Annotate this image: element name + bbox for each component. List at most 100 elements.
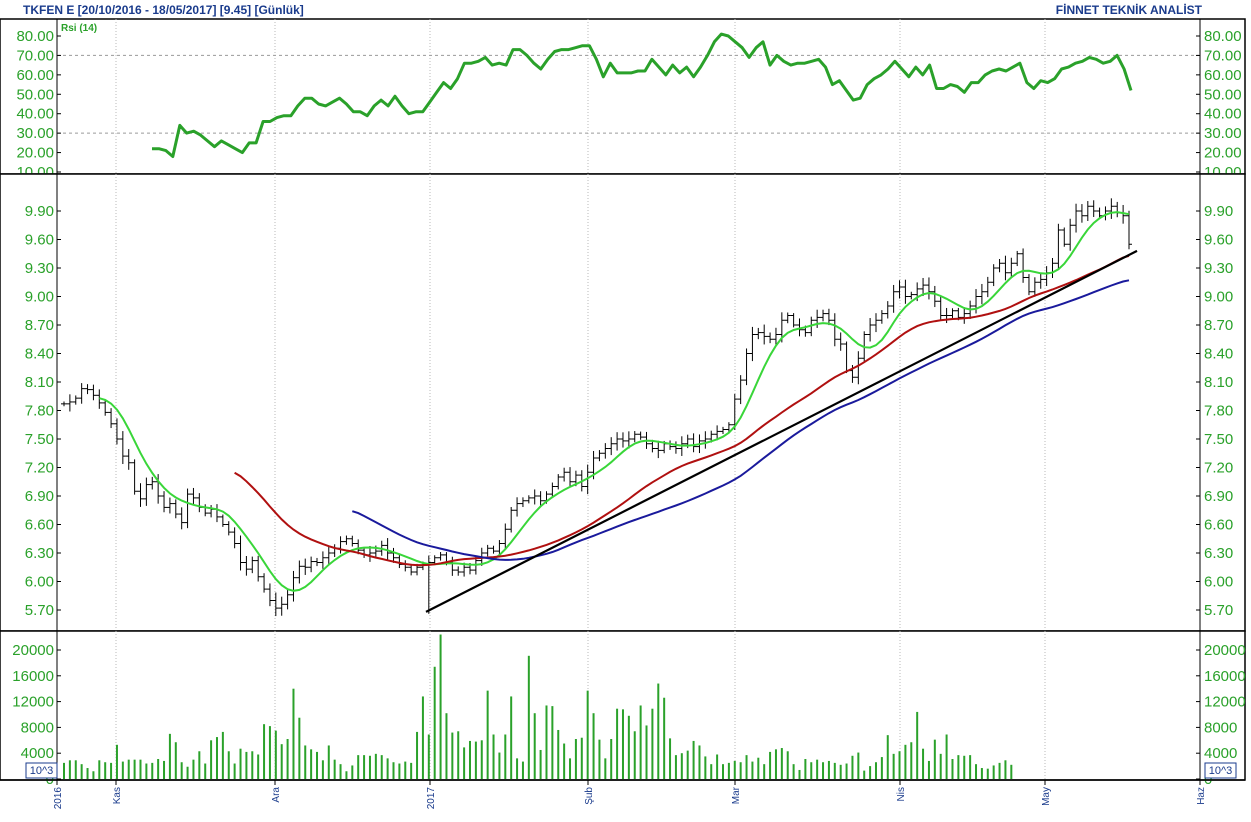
volume-bar [586, 690, 589, 779]
volume-bar [163, 760, 166, 779]
price-ytick-right-11: 6.60 [1204, 517, 1233, 534]
volume-bar [345, 771, 348, 779]
volume-bar [704, 756, 707, 779]
price-ytick-left-6: 8.10 [25, 374, 54, 391]
volume-bar [463, 747, 466, 779]
volume-bar [151, 762, 154, 779]
price-ytick-left-10: 6.90 [25, 488, 54, 505]
volume-bar [751, 761, 754, 779]
volume-bar [592, 713, 595, 779]
volume-bar [80, 764, 83, 779]
volume-bar [810, 762, 813, 779]
volume-bar [880, 757, 883, 779]
rsi-ytick-left-6: 20.00 [16, 145, 54, 162]
volume-bar [886, 735, 889, 779]
volume-bar [63, 762, 65, 779]
price-ytick-right-7: 7.80 [1204, 403, 1233, 420]
date-label: 2016 [53, 787, 64, 810]
volume-bar [563, 743, 566, 779]
volume-bar [186, 766, 189, 779]
volume-bar [110, 762, 113, 779]
volume-bar [557, 729, 560, 779]
volume-ytick-left-1: 16000 [12, 668, 54, 685]
volume-ytick-right-1: 16000 [1204, 668, 1246, 685]
volume-bar [621, 709, 624, 779]
price-ytick-right-8: 7.50 [1204, 431, 1233, 448]
volume-bar [833, 762, 836, 779]
volume-bar [368, 755, 371, 779]
volume-bar [445, 713, 448, 779]
volume-bar [92, 771, 95, 779]
volume-bar [545, 705, 548, 779]
volume-bar [574, 739, 577, 779]
price-ytick-right-10: 6.90 [1204, 488, 1233, 505]
volume-bar [292, 688, 295, 779]
volume-ytick-right-0: 20000 [1204, 642, 1246, 659]
volume-bar [392, 762, 395, 779]
volume-bar [827, 760, 830, 779]
volume-bar [851, 755, 854, 779]
rsi-ytick-left-1: 70.00 [16, 47, 54, 64]
volume-bar [839, 764, 842, 779]
price-ytick-right-9: 7.20 [1204, 460, 1233, 477]
price-ytick-right-13: 6.00 [1204, 574, 1233, 591]
volume-bar [898, 751, 901, 779]
volume-bar [869, 766, 872, 779]
volume-bar [939, 753, 942, 779]
volume-bar [822, 762, 825, 779]
price-ytick-left-14: 5.70 [25, 602, 54, 619]
volume-bar [304, 745, 307, 779]
volume-bar [474, 741, 477, 779]
volume-bar [168, 733, 171, 779]
volume-bar [357, 755, 360, 779]
volume-bar [351, 765, 354, 779]
volume-bar [492, 734, 495, 779]
volume-bar [386, 758, 389, 779]
volume-bar [910, 742, 913, 779]
volume-bar [145, 763, 148, 779]
price-ytick-left-13: 6.00 [25, 574, 54, 591]
volume-bar [692, 740, 695, 779]
volume-bar [139, 759, 142, 779]
volume-bar [221, 731, 224, 779]
volume-bar [892, 753, 895, 779]
price-ytick-left-4: 8.70 [25, 317, 54, 334]
volume-bar [480, 740, 483, 779]
volume-bar [933, 739, 936, 779]
volume-bar [569, 758, 572, 779]
volume-bar [616, 708, 619, 779]
chart-header-brand: FİNNET TEKNİK ANALİST [1056, 2, 1203, 17]
volume-bar [922, 748, 925, 779]
volume-bar [874, 762, 877, 779]
price-ytick-left-12: 6.30 [25, 545, 54, 562]
rsi-ytick-right-1: 70.00 [1204, 47, 1242, 64]
volume-bar [521, 761, 524, 779]
volume-bar [1004, 760, 1007, 779]
volume-ytick-right-2: 12000 [1204, 694, 1246, 711]
volume-bar [816, 759, 819, 779]
volume-bar [663, 697, 666, 779]
volume-bar [992, 765, 995, 779]
volume-bar [180, 762, 183, 779]
volume-ytick-right-4: 4000 [1204, 745, 1237, 762]
volume-bar [457, 731, 460, 779]
volume-bar [398, 763, 401, 779]
volume-bar [498, 752, 501, 779]
rsi-title: Rsi (14) [61, 23, 97, 34]
price-ytick-left-5: 8.40 [25, 346, 54, 363]
date-label: Şub [584, 787, 595, 805]
volume-ytick-left-0: 20000 [12, 642, 54, 659]
volume-bar [127, 759, 130, 779]
volume-bar [580, 737, 583, 779]
volume-bar [845, 763, 848, 779]
price-ytick-right-0: 9.90 [1204, 203, 1233, 220]
volume-bar [286, 739, 289, 779]
volume-bar [945, 734, 948, 779]
volume-bar [157, 759, 160, 779]
volume-bar [657, 683, 660, 779]
volume-bar [421, 696, 424, 779]
rsi-ytick-left-5: 30.00 [16, 125, 54, 142]
price-ytick-left-8: 7.50 [25, 431, 54, 448]
date-label: Kas [112, 787, 123, 804]
volume-bar [727, 762, 730, 779]
